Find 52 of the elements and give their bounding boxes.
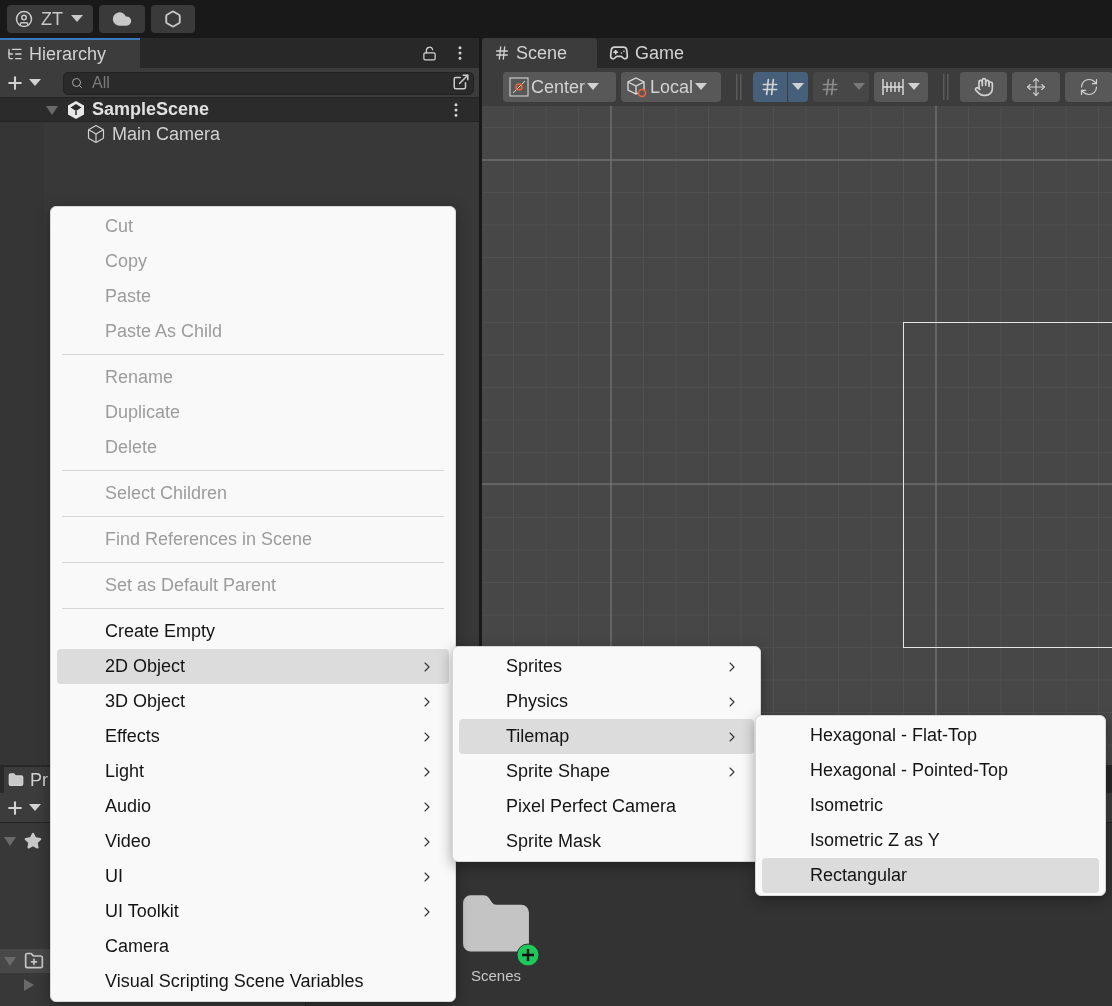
star-icon bbox=[24, 832, 42, 850]
hexagon-button[interactable] bbox=[151, 5, 195, 33]
hexagon-icon bbox=[164, 10, 182, 28]
hand-tool-button[interactable] bbox=[960, 72, 1007, 102]
grip-icon bbox=[943, 74, 949, 100]
caret-icon bbox=[29, 803, 41, 812]
cloud-icon bbox=[112, 9, 132, 29]
cube-icon bbox=[626, 76, 648, 98]
menu-item[interactable]: Tilemap bbox=[459, 719, 754, 754]
rotate-tool-button[interactable] bbox=[1065, 72, 1112, 102]
lock-icon[interactable] bbox=[422, 45, 437, 61]
increment-snap-button[interactable] bbox=[813, 72, 869, 102]
expand-arrow-icon[interactable] bbox=[46, 103, 58, 116]
ruler-button[interactable] bbox=[874, 72, 928, 102]
grip-icon bbox=[736, 74, 742, 100]
hierarchy-tab[interactable]: Hierarchy bbox=[0, 38, 140, 68]
ruler-icon bbox=[882, 78, 904, 96]
menu-item[interactable]: 2D Object bbox=[57, 649, 449, 684]
caret-icon bbox=[853, 83, 865, 91]
view-tab[interactable]: Game bbox=[597, 38, 697, 68]
caret-icon bbox=[71, 15, 83, 23]
folder-add-icon bbox=[24, 951, 44, 971]
popout-icon[interactable] bbox=[452, 73, 470, 91]
hierarchy-item[interactable]: Main Camera bbox=[112, 120, 221, 148]
move-icon bbox=[1026, 77, 1046, 97]
cube-icon bbox=[86, 124, 106, 144]
folder-icon bbox=[8, 772, 24, 788]
account-button[interactable]: ZT bbox=[7, 5, 93, 33]
grid-snap-button[interactable] bbox=[753, 72, 808, 102]
list-icon bbox=[7, 46, 23, 62]
caret-icon bbox=[908, 83, 920, 91]
search-field[interactable]: All bbox=[63, 71, 474, 95]
user-icon bbox=[15, 10, 33, 28]
move-tool-button[interactable] bbox=[1012, 72, 1060, 102]
rotate-icon bbox=[1079, 77, 1099, 97]
menu-item[interactable]: Rectangular bbox=[762, 858, 1099, 893]
gamepad-icon bbox=[609, 43, 629, 63]
hash-icon bbox=[494, 45, 510, 61]
cloud-button[interactable] bbox=[99, 5, 145, 33]
caret-icon bbox=[29, 78, 41, 87]
hand-icon bbox=[973, 77, 994, 97]
caret-icon bbox=[792, 83, 804, 91]
search-icon bbox=[71, 77, 83, 89]
space-button[interactable]: Local bbox=[621, 72, 721, 102]
caret-icon bbox=[695, 83, 708, 91]
add-badge-icon bbox=[516, 943, 540, 967]
folder-item[interactable]: Scenes bbox=[456, 887, 536, 988]
grid-icon bbox=[820, 77, 840, 97]
caret-icon bbox=[587, 83, 600, 91]
view-tab[interactable]: Scene bbox=[482, 38, 597, 68]
pivot-icon bbox=[509, 77, 529, 97]
pivot-button[interactable]: Center bbox=[503, 72, 616, 102]
